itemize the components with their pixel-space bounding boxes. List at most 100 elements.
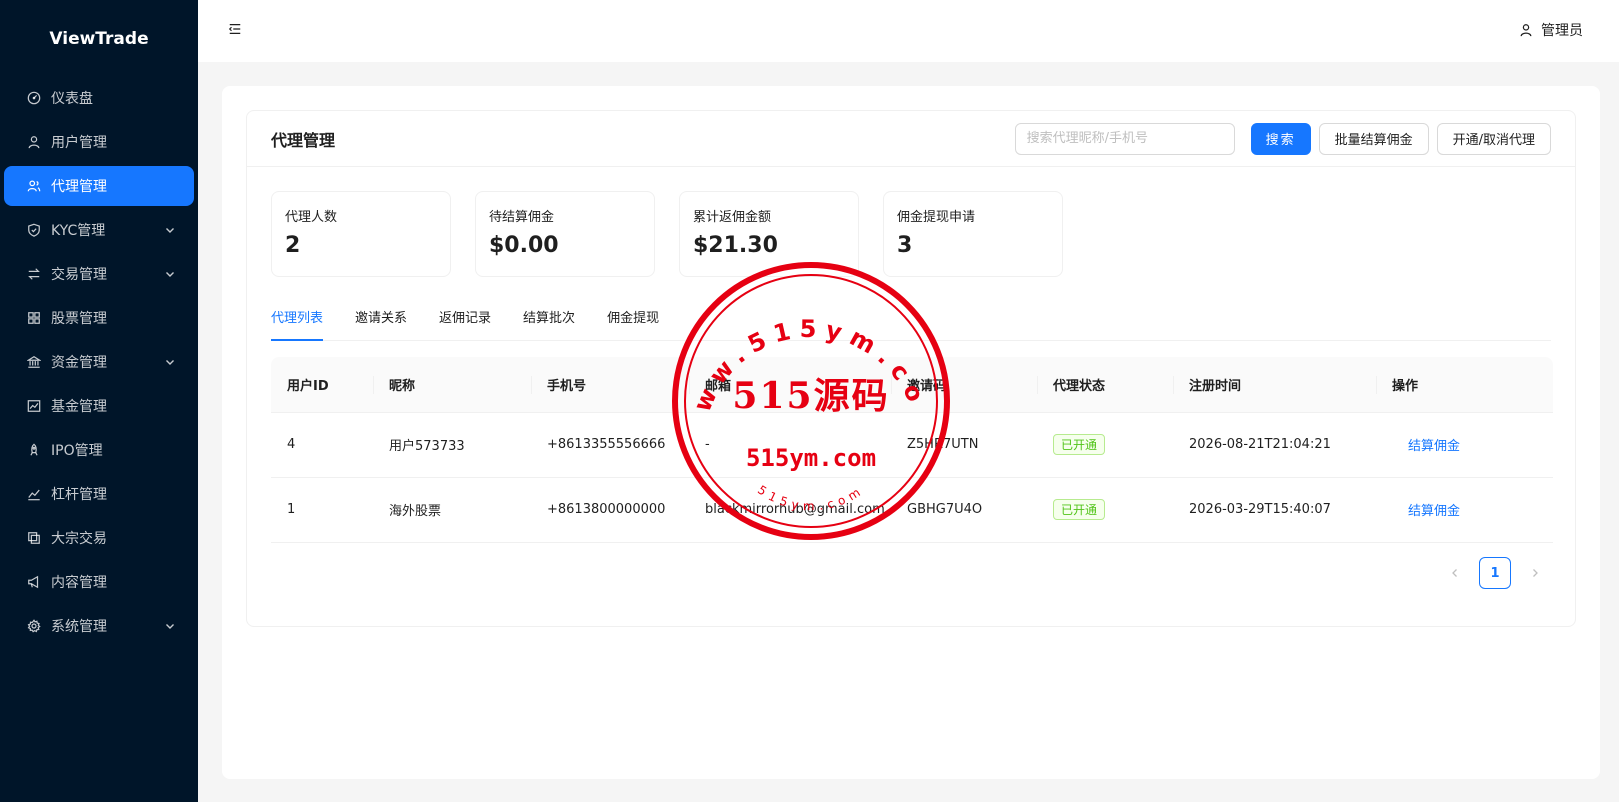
search-button[interactable]: 搜索 — [1250, 122, 1311, 155]
column-header: 代理状态 — [1037, 357, 1173, 413]
tab-settlement-batches[interactable]: 结算批次 — [523, 307, 575, 340]
stat-label: 佣金提现申请 — [897, 210, 976, 225]
settle-commission-link[interactable]: 结算佣金 — [1392, 504, 1460, 519]
sidebar-item-stocks[interactable]: 股票管理 — [4, 298, 194, 338]
column-header: 用户ID — [271, 357, 373, 413]
block-icon — [26, 530, 42, 546]
page-number[interactable]: 1 — [1479, 557, 1511, 589]
batch-settle-button[interactable]: 批量结算佣金 — [1318, 122, 1429, 155]
sidebar-item-ipo[interactable]: IPO管理 — [4, 430, 194, 470]
sidebar-menu: 仪表盘 用户管理 代理管理 KYC管理 交易管理 股票管理 资金管理 基金管理 … — [0, 78, 198, 646]
tab-rebate-records[interactable]: 返佣记录 — [439, 307, 491, 340]
sidebar-item-leverage[interactable]: 杠杆管理 — [4, 474, 194, 514]
cell-email: blackmirrorhub@gmail.com — [689, 477, 891, 543]
tabs: 代理列表 邀请关系 返佣记录 结算批次 佣金提现 — [271, 307, 1551, 341]
stat-label: 累计返佣金额 — [693, 210, 772, 225]
stat-value: 2 — [285, 233, 301, 258]
user-icon — [1519, 23, 1533, 37]
sidebar-item-system[interactable]: 系统管理 — [4, 606, 194, 646]
stat-card-withdraw: 佣金提现申请 3 — [883, 191, 1063, 277]
toggle-agent-button[interactable]: 开通/取消代理 — [1436, 122, 1551, 155]
sound-icon — [26, 574, 42, 590]
next-page-icon[interactable] — [1519, 557, 1551, 589]
stat-card-agents: 代理人数 2 — [271, 191, 451, 277]
prev-page-icon[interactable] — [1439, 557, 1471, 589]
status-badge: 已开通 — [1053, 434, 1106, 455]
column-header: 昵称 — [373, 357, 531, 413]
sidebar-item-block-trade[interactable]: 大宗交易 — [4, 518, 194, 558]
sidebar-item-label: 内容管理 — [51, 575, 107, 591]
stat-label: 代理人数 — [285, 210, 338, 225]
stat-value: 3 — [897, 233, 913, 258]
main-content: 代理管理 搜索 批量结算佣金 开通/取消代理 代理人数 2 待结算佣金 $0.0… — [222, 86, 1600, 779]
agent-table: 用户ID 昵称 手机号 邮箱 邀请码 代理状态 注册时间 操作 4 用户5737… — [271, 357, 1553, 543]
column-header: 手机号 — [531, 357, 689, 413]
card-header: 代理管理 搜索 批量结算佣金 开通/取消代理 — [247, 111, 1575, 167]
cell-nickname: 海外股票 — [373, 477, 531, 543]
brand-logo[interactable]: ViewTrade — [0, 0, 198, 78]
sidebar-item-label: KYC管理 — [51, 223, 106, 239]
sidebar: ViewTrade 仪表盘 用户管理 代理管理 KYC管理 交易管理 股票管理 — [0, 0, 198, 802]
sidebar-item-label: 用户管理 — [51, 135, 107, 151]
stat-label: 待结算佣金 — [489, 210, 555, 225]
sidebar-item-label: 代理管理 — [51, 179, 107, 195]
sidebar-item-label: IPO管理 — [51, 443, 103, 459]
stock-icon — [26, 486, 42, 502]
stat-card-total: 累计返佣金额 $21.30 — [679, 191, 859, 277]
chevron-down-icon — [164, 620, 176, 632]
rocket-icon — [26, 442, 42, 458]
cell-status: 已开通 — [1037, 477, 1173, 543]
sidebar-item-label: 大宗交易 — [51, 531, 107, 547]
tab-invite-relations[interactable]: 邀请关系 — [355, 307, 407, 340]
chart-icon — [26, 398, 42, 414]
agent-card: 代理管理 搜索 批量结算佣金 开通/取消代理 代理人数 2 待结算佣金 $0.0… — [246, 110, 1576, 627]
settle-commission-link[interactable]: 结算佣金 — [1392, 439, 1460, 454]
sidebar-item-funds[interactable]: 资金管理 — [4, 342, 194, 382]
sidebar-item-dashboard[interactable]: 仪表盘 — [4, 78, 194, 118]
sidebar-item-fund-mgmt[interactable]: 基金管理 — [4, 386, 194, 426]
sidebar-item-content[interactable]: 内容管理 — [4, 562, 194, 602]
stat-card-pending: 待结算佣金 $0.00 — [475, 191, 655, 277]
sidebar-item-label: 交易管理 — [51, 267, 107, 283]
cell-phone: +8613800000000 — [531, 477, 689, 543]
sidebar-item-label: 系统管理 — [51, 619, 107, 635]
column-header: 邮箱 — [689, 357, 891, 413]
agent-icon — [26, 178, 42, 194]
top-header: 管理员 — [198, 0, 1619, 62]
cell-registered: 2026-03-29T15:40:07 — [1173, 477, 1376, 543]
cell-id: 1 — [271, 477, 373, 543]
user-icon — [26, 134, 42, 150]
chevron-down-icon — [164, 356, 176, 368]
tab-withdrawals[interactable]: 佣金提现 — [607, 307, 659, 340]
cell-status: 已开通 — [1037, 412, 1173, 478]
sidebar-item-users[interactable]: 用户管理 — [4, 122, 194, 162]
cell-invite-code: Z5HR7UTN — [891, 412, 1037, 478]
table-row: 4 用户573733 +8613355556666 - Z5HR7UTN 已开通… — [271, 412, 1553, 478]
user-menu[interactable]: 管理员 — [1519, 20, 1583, 40]
sidebar-item-agents[interactable]: 代理管理 — [4, 166, 194, 206]
setting-icon — [26, 618, 42, 634]
table-row: 1 海外股票 +8613800000000 blackmirrorhub@gma… — [271, 477, 1553, 543]
stat-value: $0.00 — [489, 233, 559, 258]
status-badge: 已开通 — [1053, 499, 1106, 520]
chevron-down-icon — [164, 268, 176, 280]
column-header: 注册时间 — [1173, 357, 1376, 413]
table-header: 用户ID 昵称 手机号 邮箱 邀请码 代理状态 注册时间 操作 — [271, 357, 1553, 413]
shield-check-icon — [26, 222, 42, 238]
cell-nickname: 用户573733 — [373, 412, 531, 478]
search-input[interactable] — [1014, 122, 1235, 155]
column-header: 操作 — [1376, 357, 1553, 413]
sidebar-item-kyc[interactable]: KYC管理 — [4, 210, 194, 250]
sidebar-item-trading[interactable]: 交易管理 — [4, 254, 194, 294]
tab-agent-list[interactable]: 代理列表 — [271, 307, 324, 341]
menu-fold-icon[interactable] — [228, 22, 244, 38]
cell-email: - — [689, 412, 891, 478]
cell-registered: 2026-08-21T21:04:21 — [1173, 412, 1376, 478]
chevron-down-icon — [164, 224, 176, 236]
pagination: 1 — [1439, 557, 1551, 589]
dashboard-icon — [26, 90, 42, 106]
sidebar-item-label: 杠杆管理 — [51, 487, 107, 503]
bank-icon — [26, 354, 42, 370]
stat-value: $21.30 — [693, 233, 778, 258]
user-name: 管理员 — [1541, 23, 1583, 39]
